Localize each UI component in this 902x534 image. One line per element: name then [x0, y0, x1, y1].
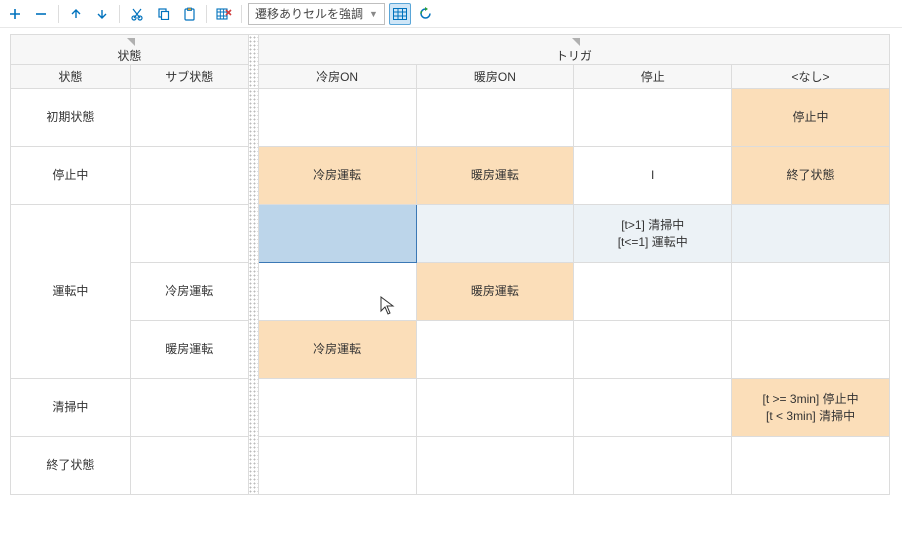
grid-cell[interactable]: 終了状態: [732, 147, 890, 205]
grid-cell[interactable]: [732, 205, 890, 263]
grid-cell[interactable]: [416, 205, 574, 263]
row-header-sub[interactable]: [130, 89, 248, 147]
row-header-sub[interactable]: [130, 147, 248, 205]
grid-cell[interactable]: [258, 89, 416, 147]
grid-cell[interactable]: 停止中: [732, 89, 890, 147]
separator: [241, 5, 242, 23]
col-header-cooling-on[interactable]: 冷房ON: [258, 65, 416, 89]
grid-cell-selected[interactable]: [258, 205, 416, 263]
delete-cell-button[interactable]: [213, 3, 235, 25]
grid-cell[interactable]: [574, 89, 732, 147]
refresh-button[interactable]: [415, 3, 437, 25]
row-header-sub[interactable]: [130, 379, 248, 437]
grid-cell[interactable]: [574, 263, 732, 321]
paste-button[interactable]: [178, 3, 200, 25]
corner-icon: [572, 38, 580, 46]
grid-cell[interactable]: [258, 379, 416, 437]
col-header-heating-on[interactable]: 暖房ON: [416, 65, 574, 89]
highlight-mode-dropdown[interactable]: 遷移ありセルを強調 ▼: [248, 3, 385, 25]
chevron-down-icon: ▼: [369, 9, 378, 19]
row-header-end[interactable]: 終了状態: [11, 437, 131, 495]
grid-cell[interactable]: [416, 321, 574, 379]
toolbar: 遷移ありセルを強調 ▼: [0, 0, 902, 28]
state-transition-grid: 状態 トリガ 状態 サブ状態 冷房ON 暖房ON 停止 <なし> 初期状態 停止…: [0, 28, 902, 505]
row-header-sub[interactable]: [130, 437, 248, 495]
grid-cell[interactable]: [574, 321, 732, 379]
col-header-none[interactable]: <なし>: [732, 65, 890, 89]
remove-button[interactable]: [30, 3, 52, 25]
grid-cell[interactable]: [732, 321, 890, 379]
grid-cell[interactable]: 冷房運転: [258, 321, 416, 379]
dropdown-label: 遷移ありセルを強調: [255, 5, 363, 22]
grid-cell[interactable]: [416, 89, 574, 147]
row-header-sub-heating[interactable]: 暖房運転: [130, 321, 248, 379]
corner-icon: [127, 38, 135, 46]
row-drag-handle[interactable]: [248, 89, 258, 495]
col-header-state[interactable]: 状態: [11, 65, 131, 89]
grid-cell[interactable]: [732, 437, 890, 495]
grid-cell[interactable]: [t>1] 清掃中 [t<=1] 運転中: [574, 205, 732, 263]
grid-cell[interactable]: [258, 263, 416, 321]
grid-cell[interactable]: [574, 437, 732, 495]
col-header-stop[interactable]: 停止: [574, 65, 732, 89]
column-drag-handle[interactable]: [248, 35, 258, 89]
separator: [58, 5, 59, 23]
row-header-stopped[interactable]: 停止中: [11, 147, 131, 205]
move-up-button[interactable]: [65, 3, 87, 25]
state-group-header: 状態: [11, 35, 249, 65]
grid-cell[interactable]: 暖房運転: [416, 147, 574, 205]
row-header-cleaning[interactable]: 清掃中: [11, 379, 131, 437]
row-header-initial[interactable]: 初期状態: [11, 89, 131, 147]
grid-cell[interactable]: I: [574, 147, 732, 205]
row-header-sub-cooling[interactable]: 冷房運転: [130, 263, 248, 321]
trigger-group-header: トリガ: [258, 35, 889, 65]
separator: [206, 5, 207, 23]
grid-cell[interactable]: 暖房運転: [416, 263, 574, 321]
grid-cell[interactable]: 冷房運転: [258, 147, 416, 205]
separator: [119, 5, 120, 23]
row-header-running[interactable]: 運転中: [11, 205, 131, 379]
row-header-sub[interactable]: [130, 205, 248, 263]
copy-button[interactable]: [152, 3, 174, 25]
move-down-button[interactable]: [91, 3, 113, 25]
add-button[interactable]: [4, 3, 26, 25]
grid-cell[interactable]: [574, 379, 732, 437]
grid-cell[interactable]: [t >= 3min] 停止中 [t < 3min] 清掃中: [732, 379, 890, 437]
grid-cell[interactable]: [416, 379, 574, 437]
cut-button[interactable]: [126, 3, 148, 25]
grid-cell[interactable]: [258, 437, 416, 495]
grid-view-toggle[interactable]: [389, 3, 411, 25]
grid-cell[interactable]: [732, 263, 890, 321]
grid-cell[interactable]: [416, 437, 574, 495]
col-header-substate[interactable]: サブ状態: [130, 65, 248, 89]
